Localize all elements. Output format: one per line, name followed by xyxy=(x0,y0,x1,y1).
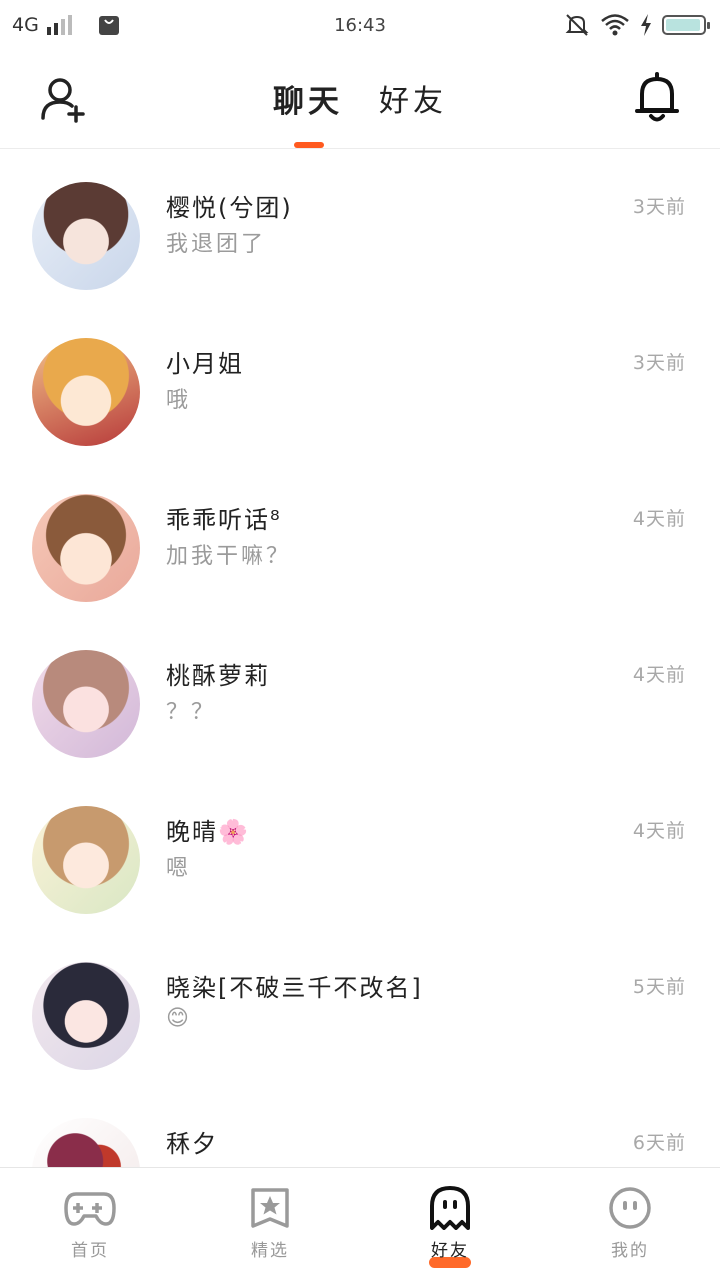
nav-label: 好友 xyxy=(431,1241,469,1261)
chat-name: 秝夕 xyxy=(166,1130,218,1158)
chat-item[interactable]: 小月姐 哦 3天前 xyxy=(0,306,720,462)
chat-item[interactable]: 乖乖听话⁸ 加我干嘛？ 4天前 xyxy=(0,462,720,618)
gamepad-icon xyxy=(64,1192,116,1226)
chat-time: 4天前 xyxy=(632,664,686,686)
network-label: 4G xyxy=(12,14,39,36)
chat-time: 4天前 xyxy=(632,508,686,530)
tab-friends[interactable]: 好友 xyxy=(379,76,447,121)
bottom-nav: 首页 精选 好友 我的 xyxy=(0,1167,720,1280)
chat-item[interactable]: 樱悦(兮团) 我退团了 3天前 xyxy=(0,150,720,306)
chat-time: 4天前 xyxy=(632,820,686,842)
chat-item[interactable]: 晓染[不破亖千不改名] 😊 5天前 xyxy=(0,930,720,1086)
chat-last-message: 哦 xyxy=(166,388,192,413)
nav-label: 首页 xyxy=(71,1241,109,1261)
nav-featured[interactable]: 精选 xyxy=(180,1168,360,1280)
avatar xyxy=(32,806,140,914)
chat-time: 6天前 xyxy=(632,1132,686,1154)
star-icon xyxy=(251,1188,289,1228)
chat-list: 樱悦(兮团) 我退团了 3天前 小月姐 哦 3天前 乖乖听话⁸ 加我干嘛？ 4天… xyxy=(0,150,720,1167)
active-tab-indicator xyxy=(294,142,324,148)
chat-last-message: ？？ xyxy=(166,700,217,725)
chat-item[interactable]: 晚晴🌸 嗯 4天前 xyxy=(0,774,720,930)
chat-name: 樱悦(兮团) xyxy=(166,194,293,222)
chat-last-message: 我退团了 xyxy=(166,232,267,257)
nav-me[interactable]: 我的 xyxy=(540,1168,720,1280)
nav-home[interactable]: 首页 xyxy=(0,1168,180,1280)
avatar xyxy=(32,338,140,446)
chat-time: 3天前 xyxy=(632,196,686,218)
tab-chat[interactable]: 聊天 xyxy=(273,76,343,121)
chat-last-message: 加我干嘛？ xyxy=(166,544,292,569)
shopping-bag-icon xyxy=(98,16,119,35)
signal-icon xyxy=(46,15,72,35)
wifi-icon xyxy=(601,14,629,36)
chat-item[interactable]: 秝夕 6天前 xyxy=(0,1086,720,1167)
avatar xyxy=(32,494,140,602)
chat-time: 3天前 xyxy=(632,352,686,374)
status-bar: 4G 16:43 xyxy=(0,0,720,50)
avatar xyxy=(32,1118,140,1167)
battery-icon xyxy=(662,15,710,35)
avatar xyxy=(32,182,140,290)
battery-level xyxy=(666,19,701,31)
chat-item[interactable]: 桃酥萝莉 ？？ 4天前 xyxy=(0,618,720,774)
nav-label: 精选 xyxy=(251,1241,289,1261)
chat-name: 桃酥萝莉 xyxy=(166,662,270,690)
chat-time: 5天前 xyxy=(632,976,686,998)
bell-icon[interactable] xyxy=(634,72,680,124)
chat-name: 晚晴🌸 xyxy=(166,818,250,846)
avatar xyxy=(32,650,140,758)
chat-name: 乖乖听话⁸ xyxy=(166,506,282,534)
charging-icon xyxy=(641,14,651,36)
chat-name: 晓染[不破亖千不改名] xyxy=(166,974,423,1002)
nav-friends[interactable]: 好友 xyxy=(360,1168,540,1280)
chat-last-message: 😊 xyxy=(166,1006,192,1031)
avatar xyxy=(32,962,140,1070)
chat-last-message: 嗯 xyxy=(166,856,192,881)
ghost-icon xyxy=(430,1186,470,1230)
nav-label: 我的 xyxy=(611,1241,649,1261)
chat-name: 小月姐 xyxy=(166,350,244,378)
tab-bar: 聊天 好友 xyxy=(0,76,720,121)
mute-bell-icon xyxy=(565,14,589,36)
top-bar: 聊天 好友 xyxy=(0,50,720,149)
face-icon xyxy=(609,1187,651,1229)
